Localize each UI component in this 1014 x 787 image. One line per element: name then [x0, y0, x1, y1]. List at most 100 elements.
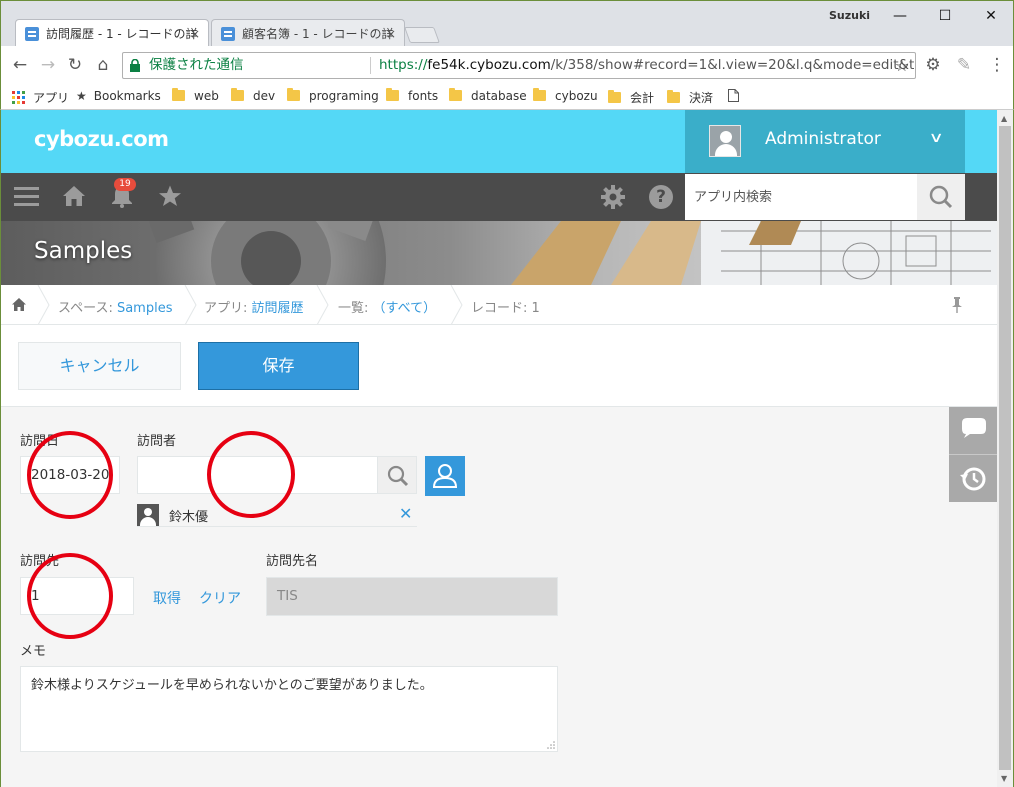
tab-title: 訪問履歴 - 1 - レコードの詳: [46, 27, 198, 41]
visit-date-input[interactable]: 2018-03-20: [20, 456, 120, 494]
portal-home-icon[interactable]: [62, 184, 86, 208]
cybozu-logo[interactable]: cybozu.com: [34, 127, 169, 151]
visitor-label: 訪問者: [137, 434, 177, 449]
hamburger-menu-icon[interactable]: [14, 187, 39, 207]
breadcrumb-separator: [450, 285, 463, 325]
address-separator: [370, 57, 371, 74]
visitor-search-input[interactable]: [137, 456, 378, 494]
scrollbar-thumb[interactable]: [999, 126, 1011, 770]
tab-close-icon[interactable]: ×: [190, 20, 200, 47]
bookmark-bookmarks[interactable]: ★ Bookmarks: [76, 89, 161, 103]
breadcrumb-separator: [37, 285, 50, 325]
selected-user-name: 鈴木優: [169, 510, 209, 525]
folder-icon: [533, 88, 546, 101]
cancel-button[interactable]: キャンセル: [18, 342, 181, 390]
minimize-button[interactable]: —: [885, 5, 915, 27]
lookup-clear-link[interactable]: クリア: [199, 588, 241, 608]
folder-icon: [608, 90, 621, 103]
user-name: Administrator: [765, 129, 881, 149]
search-icon: [387, 465, 409, 487]
user-picker-button[interactable]: [425, 456, 465, 496]
breadcrumb-label: 一覧:: [338, 301, 373, 316]
forward-arrow-icon[interactable]: →: [37, 54, 59, 76]
breadcrumb-separator: [316, 285, 329, 325]
extension-gear-icon[interactable]: ⚙: [922, 54, 944, 76]
notification-badge: 19: [114, 178, 136, 191]
bookmark-folder-programing[interactable]: programing: [287, 88, 379, 103]
user-menu[interactable]: Administrator ∨: [685, 110, 965, 173]
kintone-app-icon: [25, 27, 39, 41]
cover-picture: [1, 221, 998, 285]
visit-to-name-field: TIS: [266, 577, 558, 616]
search-button[interactable]: [917, 174, 965, 220]
bookmark-page-icon[interactable]: [728, 89, 739, 105]
back-arrow-icon[interactable]: ←: [9, 54, 31, 76]
breadcrumb-home-icon[interactable]: [12, 298, 26, 311]
resize-grip-icon[interactable]: [547, 741, 555, 749]
bookmark-folder-dev[interactable]: dev: [231, 88, 275, 103]
close-window-button[interactable]: ✕: [976, 5, 1006, 27]
breadcrumb-app: アプリ: 訪問履歴: [204, 297, 304, 316]
page-scrollbar[interactable]: ▲ ▼: [997, 110, 1014, 787]
pin-icon[interactable]: [951, 297, 963, 313]
tab-title: 顧客名簿 - 1 - レコードの詳: [242, 27, 394, 41]
bookmark-folder-fonts[interactable]: fonts: [386, 88, 438, 103]
tab-customer-list[interactable]: 顧客名簿 - 1 - レコードの詳 ×: [211, 19, 405, 47]
browser-menu-icon[interactable]: ⋮: [986, 54, 1008, 76]
user-icon: [432, 464, 458, 488]
browser-toolbar: ← → ↻ ⌂ 保護された通信 https://fe54k.cybozu.com…: [0, 46, 1014, 84]
bookmark-label: Bookmarks: [93, 89, 161, 103]
bookmark-folder-accounting[interactable]: 会計: [608, 89, 654, 106]
side-panel-background: [949, 502, 998, 787]
folder-icon: [449, 88, 462, 101]
bookmark-folder-database[interactable]: database: [449, 88, 527, 103]
app-search-input[interactable]: [685, 174, 917, 220]
bookmark-apps[interactable]: アプリ: [12, 89, 69, 106]
bookmark-folder-payment[interactable]: 決済: [667, 89, 713, 106]
visit-to-input[interactable]: 1: [20, 577, 134, 615]
bookmark-label: database: [471, 89, 527, 103]
save-button[interactable]: 保存: [198, 342, 359, 390]
chevron-down-icon: ∨: [928, 130, 944, 146]
star-icon: ★: [76, 89, 87, 103]
folder-icon: [231, 88, 244, 101]
scroll-up-icon[interactable]: ▲: [1001, 114, 1007, 123]
breadcrumb-record: レコード: 1: [471, 301, 540, 316]
history-button[interactable]: [949, 455, 998, 502]
help-icon[interactable]: ?: [649, 185, 673, 209]
user-search-button[interactable]: [377, 456, 417, 494]
tab-close-icon[interactable]: ×: [386, 20, 396, 47]
breadcrumb-view-link[interactable]: （すべて）: [373, 301, 437, 316]
scroll-down-icon[interactable]: ▼: [1001, 774, 1007, 783]
tab-visit-history[interactable]: 訪問履歴 - 1 - レコードの詳 ×: [15, 19, 209, 47]
bookmark-folder-cybozu[interactable]: cybozu: [533, 88, 598, 103]
reload-icon[interactable]: ↻: [64, 54, 86, 76]
bookmark-folder-web[interactable]: web: [172, 88, 219, 103]
page-icon: [728, 89, 739, 102]
maximize-button[interactable]: ☐: [930, 5, 960, 27]
lock-icon: [130, 59, 140, 72]
home-icon[interactable]: ⌂: [92, 54, 114, 76]
extension-icon[interactable]: ✎: [953, 54, 975, 76]
breadcrumb-space-link[interactable]: Samples: [117, 301, 173, 316]
bookmark-star-icon[interactable]: ☆: [895, 53, 909, 78]
breadcrumb-separator: [184, 285, 197, 325]
address-bar[interactable]: 保護された通信 https://fe54k.cybozu.com/k/358/s…: [122, 52, 916, 79]
memo-textarea[interactable]: 鈴木様よりスケジュールを早められないかとのご要望がありました。: [20, 666, 558, 752]
bookmark-label: アプリ: [33, 91, 70, 105]
comment-button[interactable]: [949, 407, 998, 454]
url-host: fe54k.cybozu.com: [427, 57, 551, 73]
favorites-star-icon[interactable]: [158, 184, 182, 208]
breadcrumb-app-link[interactable]: 訪問履歴: [252, 301, 304, 316]
window-user-name: Suzuki: [829, 9, 871, 22]
lookup-get-link[interactable]: 取得: [153, 588, 181, 608]
breadcrumb-label: スペース:: [58, 301, 117, 316]
record-action-bar: キャンセル 保存: [1, 325, 998, 407]
new-tab-button[interactable]: [404, 27, 440, 43]
folder-icon: [386, 88, 399, 101]
bookmark-label: programing: [309, 89, 379, 103]
visit-to-name-label: 訪問先名: [266, 554, 319, 569]
remove-user-icon[interactable]: ✕: [399, 504, 412, 523]
selected-user-chip: 鈴木優 ✕: [137, 503, 417, 527]
settings-gear-icon[interactable]: [601, 185, 625, 209]
